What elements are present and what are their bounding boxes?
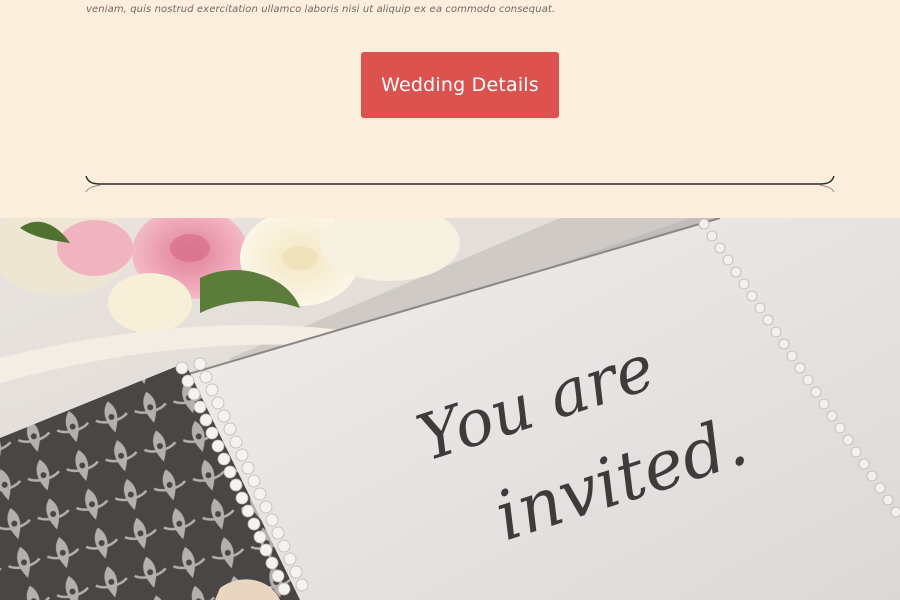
ornamental-divider [85,175,835,193]
wedding-invitation-photo: You are invited. [0,218,900,600]
hero-image: You are invited. [0,218,900,600]
intro-paragraph: veniam, quis nostrud exercitation ullamc… [86,4,556,15]
intro-section: veniam, quis nostrud exercitation ullamc… [0,0,900,218]
wedding-details-button[interactable]: Wedding Details [361,52,559,118]
